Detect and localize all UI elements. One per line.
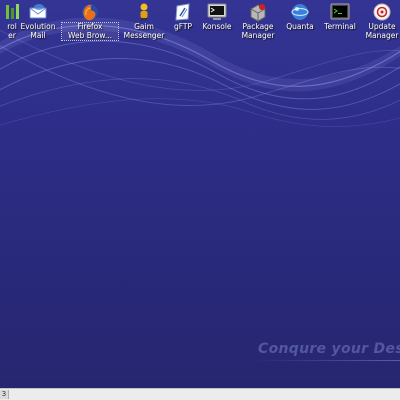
update-manager-icon: [373, 3, 391, 21]
desktop-icon-label: Evolution Mail: [20, 22, 56, 40]
evolution-mail-icon: [29, 4, 47, 19]
package-manager-icon: [250, 4, 266, 22]
desktop-background[interactable]: rol er Evolution Mail Firefox Web Brow..…: [0, 0, 400, 388]
desktop-icon-evolution-mail[interactable]: Evolution Mail: [10, 2, 66, 40]
konsole-icon: [207, 3, 227, 20]
quanta-icon: [291, 4, 309, 20]
wallpaper-slogan: Conqure your Des: [258, 341, 400, 357]
desktop-icon-firefox[interactable]: Firefox Web Brow...: [61, 2, 119, 41]
terminal-icon: [330, 3, 350, 20]
wallpaper-waves: [0, 17, 400, 127]
desktop-icon-update-manager[interactable]: Update Manager: [354, 2, 400, 40]
desktop-icon-label: Update Manager: [365, 22, 399, 40]
gaim-icon: [140, 3, 148, 21]
wallpaper-slogan-underline: [252, 360, 400, 361]
taskbar-tab[interactable]: 3: [0, 390, 9, 399]
firefox-icon: [82, 4, 98, 21]
taskbar: 3: [0, 388, 400, 400]
desktop-icon-label: Firefox Web Brow...: [61, 22, 119, 41]
